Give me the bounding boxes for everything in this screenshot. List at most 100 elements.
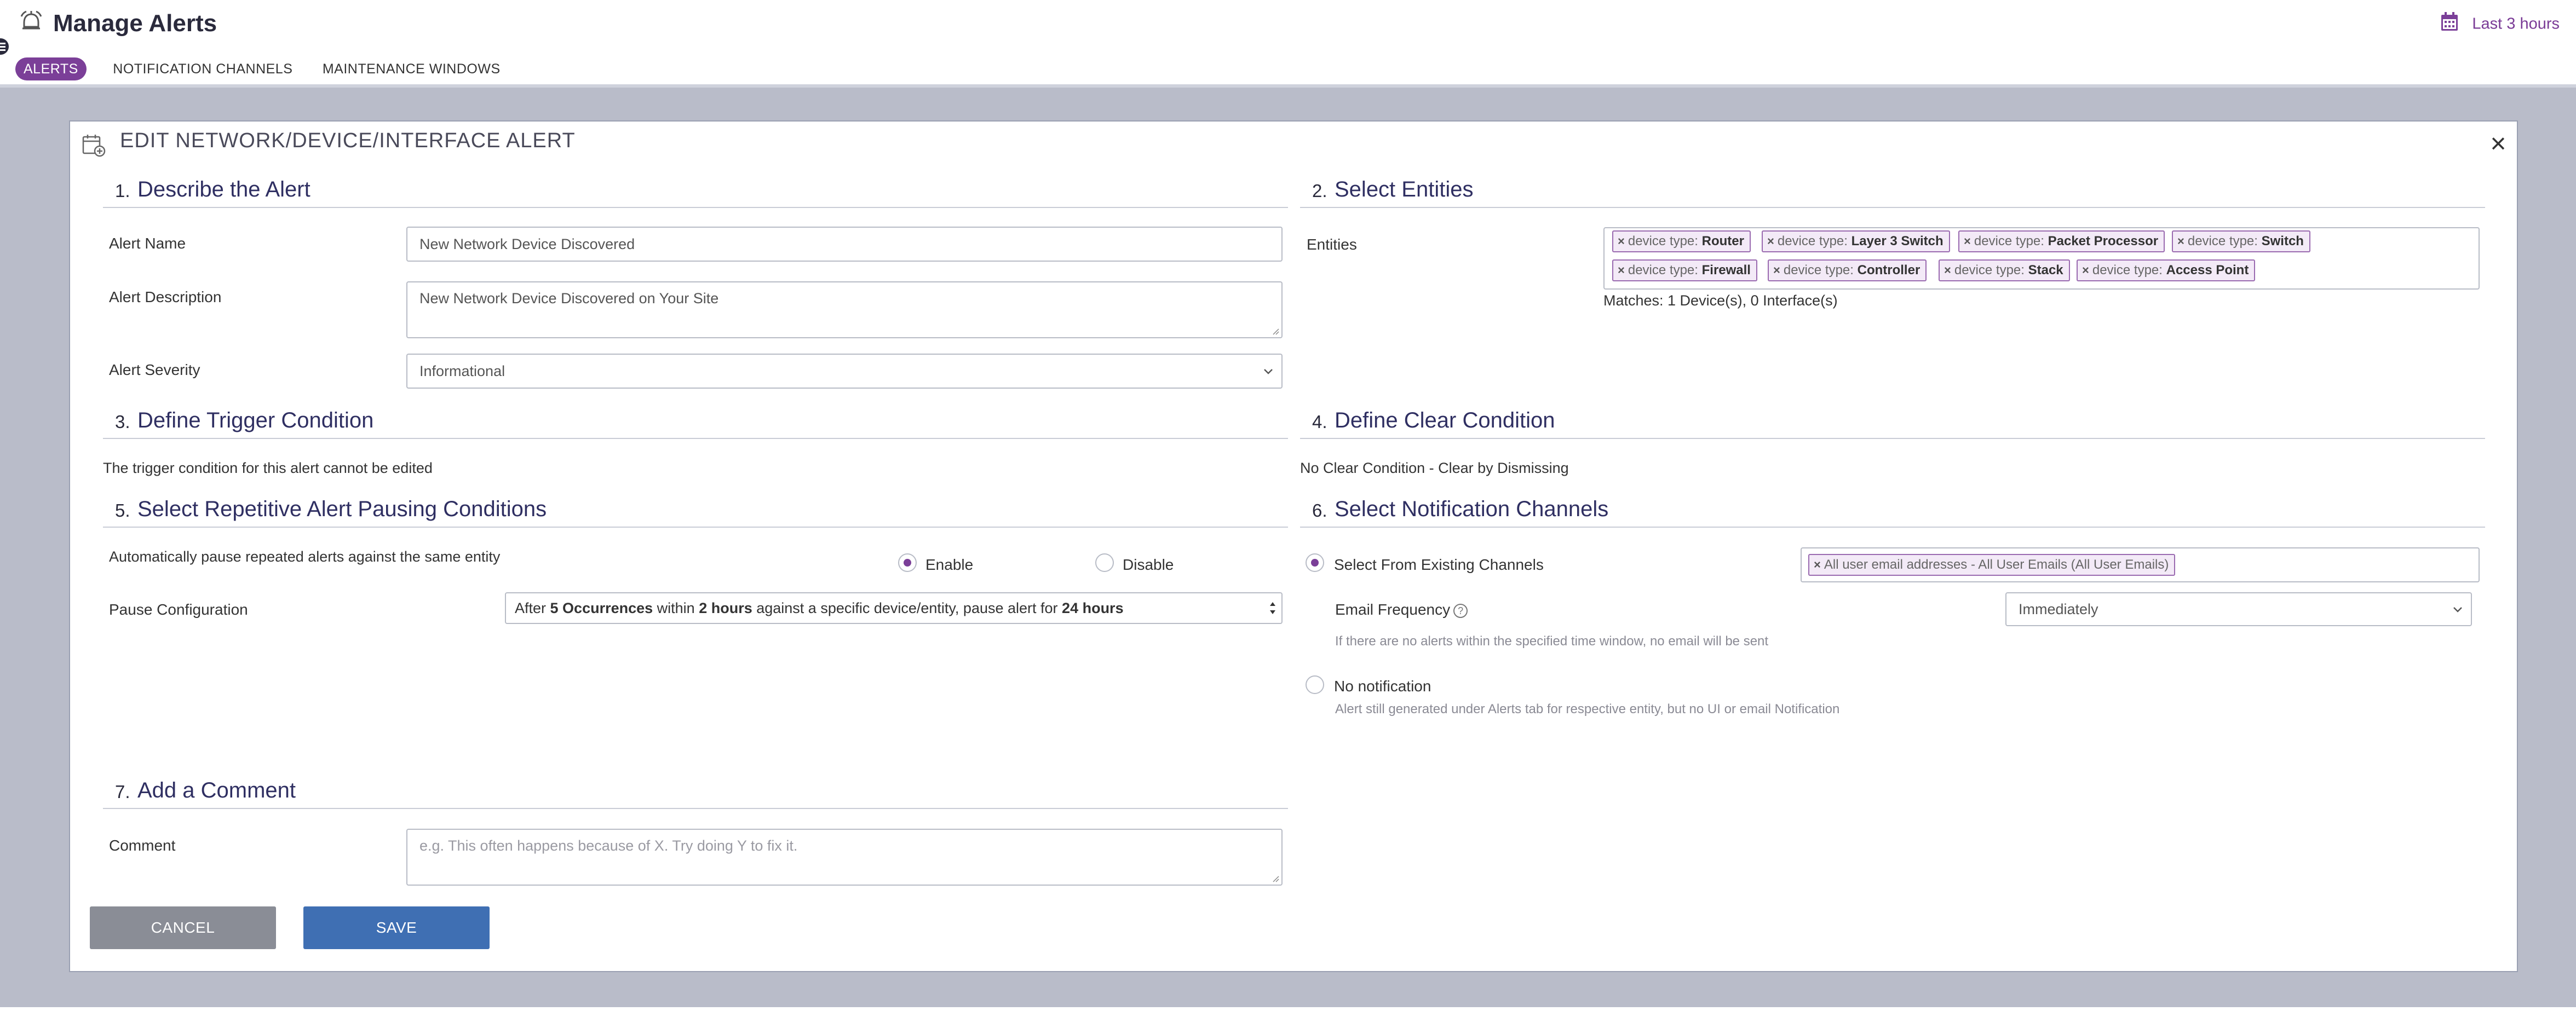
help-icon[interactable]: ? xyxy=(1453,603,1468,618)
remove-icon[interactable]: × xyxy=(2082,263,2089,277)
entities-chip-input[interactable]: × device type: Router × device type: Layer… xyxy=(1603,227,2480,290)
section-title: Define Clear Condition xyxy=(1335,408,1555,432)
pause-configuration-label: Pause Configuration xyxy=(109,601,248,618)
trigger-condition-text: The trigger condition for this alert can… xyxy=(103,460,433,476)
disable-radio-label[interactable]: Disable xyxy=(1123,556,1174,574)
time-range-picker[interactable]: Last 3 hours xyxy=(2440,12,2560,36)
enable-radio[interactable] xyxy=(898,553,917,572)
alert-severity-select[interactable]: Informational xyxy=(406,354,1283,389)
entity-chip[interactable]: × device type: Firewall xyxy=(1612,259,1757,281)
sort-arrows-icon xyxy=(1270,602,1275,614)
pause-duration: 24 hours xyxy=(1062,600,1124,616)
remove-icon[interactable]: × xyxy=(1618,263,1625,277)
remove-icon[interactable]: × xyxy=(1618,234,1625,248)
alert-description-input[interactable]: New Network Device Discovered on Your Si… xyxy=(406,281,1283,338)
page-title: Manage Alerts xyxy=(53,10,217,37)
time-range-label: Last 3 hours xyxy=(2472,15,2560,33)
pause-window: 2 hours xyxy=(699,600,752,616)
remove-icon[interactable]: × xyxy=(1767,234,1774,248)
pause-config-text: within xyxy=(653,600,699,616)
alert-description-value: New Network Device Discovered on Your Si… xyxy=(419,290,719,307)
chevron-down-icon xyxy=(1264,369,1273,374)
chip-value: Packet Processor xyxy=(2048,234,2159,249)
no-notification-radio[interactable] xyxy=(1306,675,1324,694)
section-title: Select Repetitive Alert Pausing Conditio… xyxy=(137,497,547,521)
tab-bar: ALERTS NOTIFICATION CHANNELS MAINTENANCE… xyxy=(15,57,525,80)
entities-label: Entities xyxy=(1307,236,1357,253)
section-number: 4. xyxy=(1312,412,1327,432)
pause-configuration-select[interactable]: After 5 Occurrences within 2 hours again… xyxy=(505,592,1283,624)
email-frequency-text: Email Frequency xyxy=(1335,601,1451,618)
chip-prefix: device type: xyxy=(2187,234,2258,249)
alert-description-label: Alert Description xyxy=(109,288,222,305)
existing-channels-label[interactable]: Select From Existing Channels xyxy=(1334,556,1544,574)
section-title: Describe the Alert xyxy=(137,177,311,201)
section-title: Add a Comment xyxy=(137,778,296,802)
pause-config-text: against a specific device/entity, pause … xyxy=(752,600,1062,616)
channels-chip-input[interactable]: × All user email addresses - All User Ema… xyxy=(1801,547,2480,582)
section-describe-alert: 1. Describe the Alert xyxy=(103,172,1288,208)
close-icon[interactable]: × xyxy=(2485,130,2511,157)
chip-prefix: device type: xyxy=(1628,234,1698,249)
channel-chip[interactable]: × All user email addresses - All User Ema… xyxy=(1808,554,2176,576)
disable-radio[interactable] xyxy=(1095,553,1114,572)
email-frequency-hint: If there are no alerts within the specif… xyxy=(1335,634,1769,649)
alert-severity-value: Informational xyxy=(419,363,505,379)
section-number: 6. xyxy=(1312,500,1327,521)
resize-handle-icon[interactable] xyxy=(1272,327,1279,335)
chip-prefix: device type: xyxy=(2092,263,2163,278)
app-header: Manage Alerts Last 3 hours ALERTS NOTIFI… xyxy=(0,0,2576,88)
auto-pause-label: Automatically pause repeated alerts agai… xyxy=(109,548,501,565)
chip-value: Layer 3 Switch xyxy=(1851,234,1944,249)
entity-chip[interactable]: × device type: Controller xyxy=(1768,259,1927,281)
chip-value: Access Point xyxy=(2166,263,2249,278)
tab-notification-channels[interactable]: NOTIFICATION CHANNELS xyxy=(110,57,296,80)
existing-channels-radio[interactable] xyxy=(1306,553,1324,572)
title-row: Manage Alerts Last 3 hours xyxy=(0,0,2576,50)
resize-handle-icon[interactable] xyxy=(1272,875,1279,882)
comment-input[interactable]: e.g. This often happens because of X. Tr… xyxy=(406,829,1283,886)
email-frequency-select[interactable]: Immediately xyxy=(2005,592,2472,626)
remove-icon[interactable]: × xyxy=(2177,234,2184,248)
tab-maintenance-windows[interactable]: MAINTENANCE WINDOWS xyxy=(319,57,504,80)
tab-alerts[interactable]: ALERTS xyxy=(15,57,87,80)
chip-prefix: device type: xyxy=(1783,263,1854,278)
cancel-button[interactable]: CANCEL xyxy=(90,906,276,949)
section-pausing-conditions: 5. Select Repetitive Alert Pausing Condi… xyxy=(103,492,1288,528)
entity-chip[interactable]: × device type: Layer 3 Switch xyxy=(1762,230,1950,252)
email-frequency-label: Email Frequency? xyxy=(1335,601,1468,619)
entity-chip[interactable]: × device type: Access Point xyxy=(2077,259,2256,281)
section-add-comment: 7. Add a Comment xyxy=(103,773,1288,809)
entity-chip[interactable]: × device type: Router xyxy=(1612,230,1751,252)
section-notification-channels: 6. Select Notification Channels xyxy=(1300,492,2485,528)
chip-value: Firewall xyxy=(1701,263,1751,278)
section-title: Select Entities xyxy=(1335,177,1474,201)
chip-prefix: device type: xyxy=(1628,263,1698,278)
modal-header: EDIT NETWORK/DEVICE/INTERFACE ALERT × xyxy=(70,122,2517,165)
remove-icon[interactable]: × xyxy=(1814,558,1821,571)
remove-icon[interactable]: × xyxy=(1773,263,1780,277)
section-select-entities: 2. Select Entities xyxy=(1300,172,2485,208)
remove-icon[interactable]: × xyxy=(1964,234,1971,248)
entity-matches-text: Matches: 1 Device(s), 0 Interface(s) xyxy=(1603,292,1838,309)
chip-value: Switch xyxy=(2261,234,2304,249)
calendar-icon xyxy=(2440,12,2459,36)
chip-prefix: device type: xyxy=(1954,263,2025,278)
entity-chip[interactable]: × device type: Stack xyxy=(1939,259,2070,281)
enable-radio-label[interactable]: Enable xyxy=(925,556,973,574)
section-title: Select Notification Channels xyxy=(1335,497,1609,521)
section-number: 5. xyxy=(115,500,130,521)
entity-chip[interactable]: × device type: Switch xyxy=(2172,230,2310,252)
no-notification-label[interactable]: No notification xyxy=(1334,678,1431,695)
entity-chip[interactable]: × device type: Packet Processor xyxy=(1958,230,2165,252)
alert-severity-label: Alert Severity xyxy=(109,361,200,378)
comment-placeholder: e.g. This often happens because of X. Tr… xyxy=(419,837,798,854)
alert-name-label: Alert Name xyxy=(109,235,186,252)
remove-icon[interactable]: × xyxy=(1944,263,1951,277)
edit-alert-modal: EDIT NETWORK/DEVICE/INTERFACE ALERT × 1.… xyxy=(69,120,2518,972)
alert-name-input[interactable]: New Network Device Discovered xyxy=(406,227,1283,262)
email-frequency-value: Immediately xyxy=(2019,601,2098,617)
chip-value: Controller xyxy=(1857,263,1921,278)
save-button[interactable]: SAVE xyxy=(303,906,490,949)
clear-condition-text: No Clear Condition - Clear by Dismissing xyxy=(1300,460,1569,476)
